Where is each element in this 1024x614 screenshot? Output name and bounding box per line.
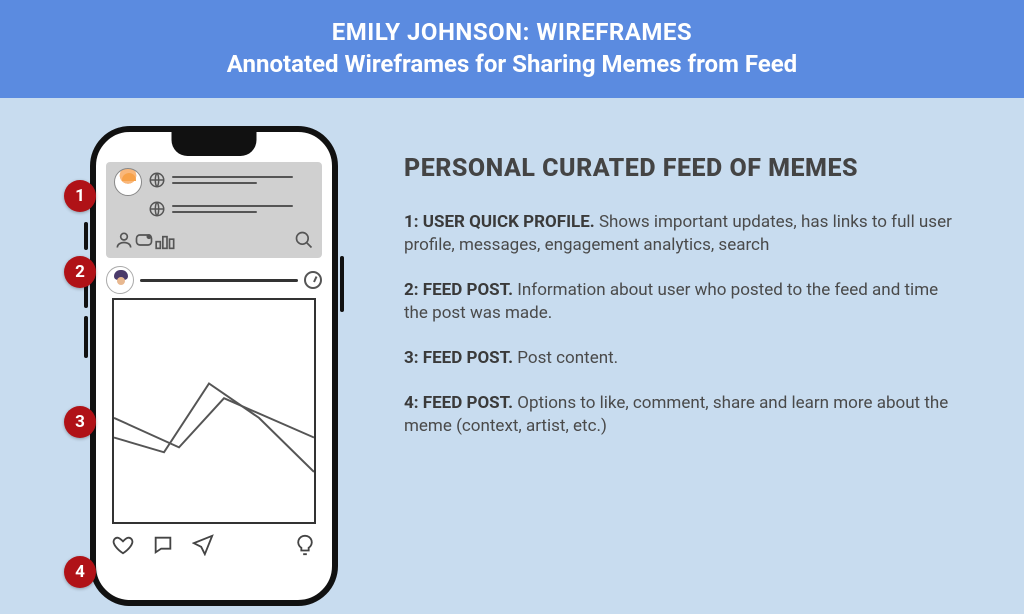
annotation-3: 3: FEED POST. Post content.	[404, 347, 964, 370]
phone-side-button	[340, 256, 344, 312]
annotation-2: 2: FEED POST. Information about user who…	[404, 279, 964, 325]
phone-notch	[172, 132, 257, 156]
header-title: EMILY JOHNSON: WIREFRAMES	[0, 18, 1024, 46]
header-subtitle: Annotated Wireframes for Sharing Memes f…	[0, 50, 1024, 78]
annotation-1: 1: USER QUICK PROFILE. Shows important u…	[404, 211, 964, 257]
poster-name-line	[140, 279, 298, 282]
annotation-badge-4: 4	[64, 556, 96, 588]
profile-icon	[114, 230, 134, 254]
content-area: 1 2 3 4 PERSONAL CURATED FEED OF MEMES 1…	[0, 98, 1024, 606]
annotation-badge-3: 3	[64, 406, 96, 438]
message-icon	[134, 230, 154, 254]
user-quick-profile	[106, 162, 322, 258]
feed-post-header	[106, 266, 322, 294]
feed-post-content	[112, 298, 316, 524]
page-header: EMILY JOHNSON: WIREFRAMES Annotated Wire…	[0, 0, 1024, 98]
analytics-icon	[154, 230, 180, 254]
phone-side-button	[84, 316, 88, 358]
feed-post-actions	[112, 534, 316, 560]
phone-frame	[90, 126, 338, 606]
section-title: PERSONAL CURATED FEED OF MEMES	[404, 154, 984, 183]
annotation-4: 4: FEED POST. Options to like, comment, …	[404, 392, 964, 438]
search-icon	[294, 230, 314, 254]
comment-icon	[152, 534, 174, 560]
like-icon	[112, 534, 134, 560]
phone-side-button	[84, 222, 88, 250]
clock-icon	[304, 271, 322, 289]
phone-column: 1 2 3 4	[60, 126, 360, 606]
annotation-badge-1: 1	[64, 180, 96, 212]
share-icon	[192, 534, 214, 560]
info-icon	[294, 534, 316, 560]
globe-icon	[148, 171, 166, 193]
annotations-column: PERSONAL CURATED FEED OF MEMES 1: USER Q…	[360, 126, 984, 606]
user-avatar	[114, 168, 142, 196]
globe-icon	[148, 200, 166, 222]
poster-avatar	[106, 266, 134, 294]
annotation-badge-2: 2	[64, 256, 96, 288]
